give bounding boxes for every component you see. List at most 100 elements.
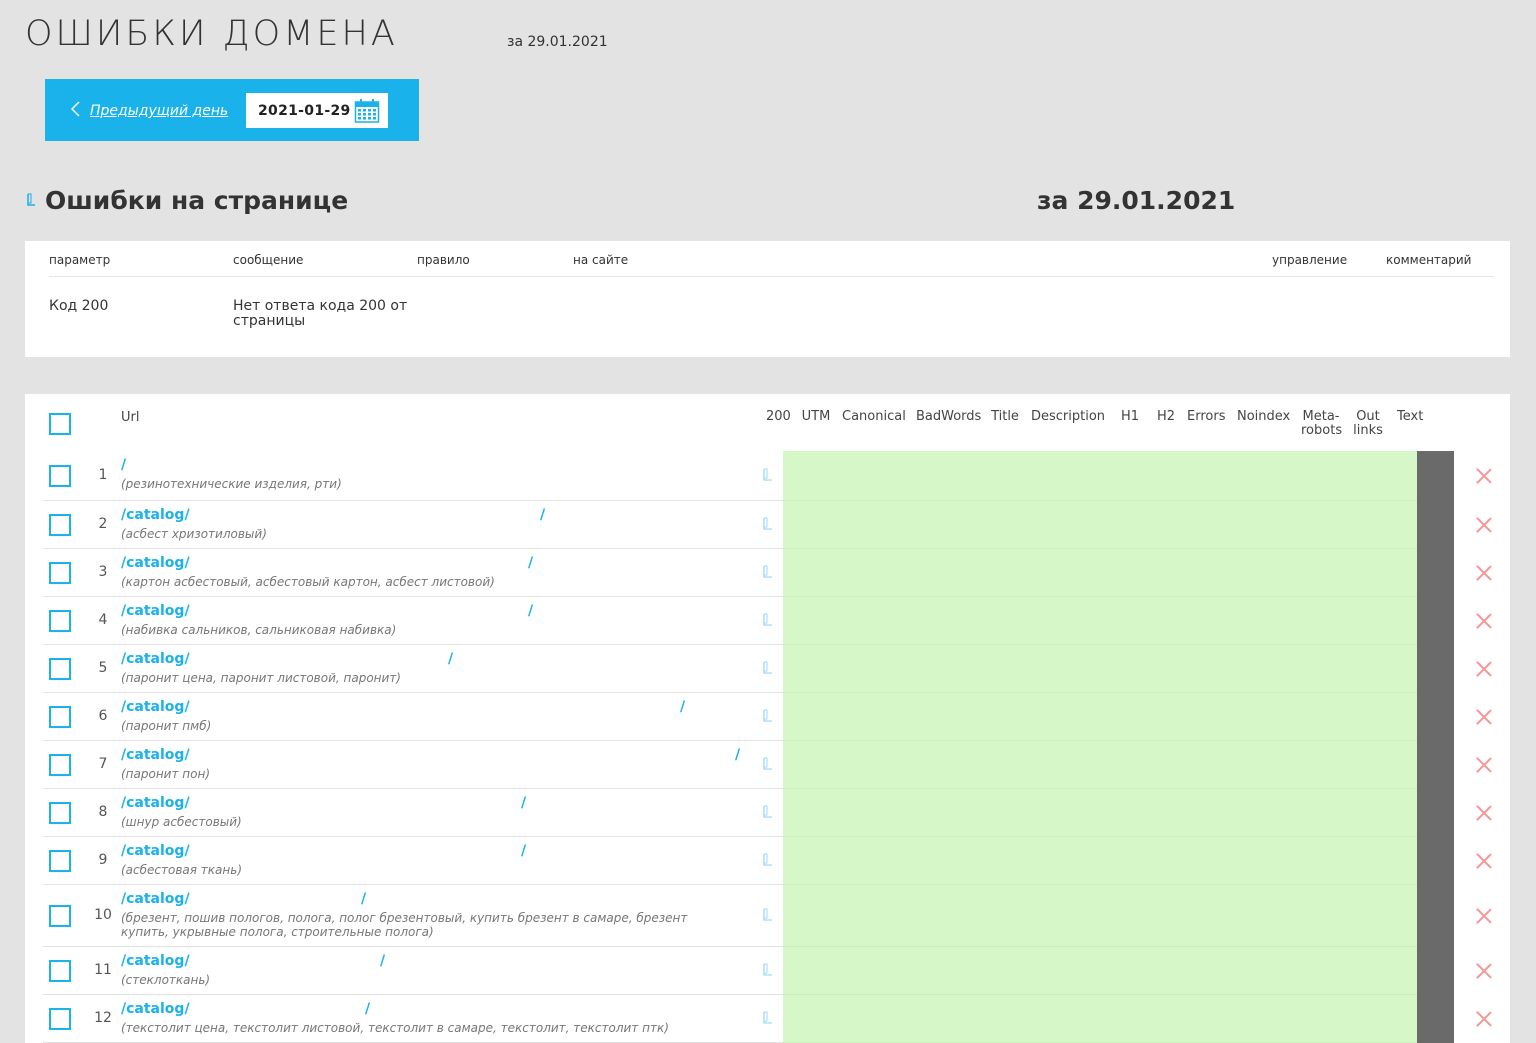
page-keywords: (асбест хризотиловый) (121, 527, 267, 541)
row-number: 8 (98, 804, 108, 820)
page-url-link[interactable]: /catalog/ (121, 507, 190, 523)
row-number: 12 (94, 1010, 112, 1026)
row-number: 3 (98, 564, 108, 580)
delete-icon[interactable] (1475, 756, 1493, 774)
delete-icon[interactable] (1475, 852, 1493, 870)
pin-icon[interactable] (761, 517, 773, 537)
column-header: Noindex (1237, 409, 1291, 424)
table-row: 1 / (резинотехнические изделия, рти) (43, 451, 1510, 501)
row-checkbox[interactable] (49, 754, 71, 776)
calendar-icon[interactable] (354, 98, 380, 128)
page-url-link[interactable]: /catalog/ (121, 1001, 190, 1017)
page-keywords: (резинотехнические изделия, рти) (121, 477, 342, 491)
column-header: H2 (1157, 409, 1176, 424)
delete-icon[interactable] (1475, 962, 1493, 980)
row-number: 5 (98, 660, 108, 676)
section-date: за 29.01.2021 (1037, 186, 1236, 215)
pin-icon[interactable] (761, 853, 773, 873)
chevron-left-icon (70, 101, 80, 121)
row-checkbox[interactable] (49, 905, 71, 927)
page-url-link[interactable]: / (121, 457, 126, 473)
column-header: Canonical (842, 409, 906, 424)
previous-day-link[interactable]: Предыдущий день (70, 101, 229, 121)
table-row: 12/catalog/ / (текстолит цена, текстолит л… (43, 995, 1510, 1043)
page-keywords: (шнур асбестовый) (121, 815, 242, 829)
header-param: параметр (49, 253, 111, 267)
table-row: 5/catalog/ / (паронит цена, паронит листов… (43, 645, 1510, 693)
row-checkbox[interactable] (49, 850, 71, 872)
page-keywords: (картон асбестовый, асбестовый картон, а… (121, 575, 495, 589)
page-keywords: (набивка сальников, сальниковая набивка) (121, 623, 397, 637)
row-checkbox[interactable] (49, 1008, 71, 1030)
url-slash: / (521, 843, 527, 859)
pages-table: Url 200 UTM Canonical BadWords Title Descript… (25, 394, 1510, 1043)
column-header: UTM (801, 409, 831, 424)
delete-icon[interactable] (1475, 612, 1493, 630)
table-row: 10/catalog/ / (брезент, пошив пологов, пол… (43, 885, 1510, 947)
row-checkbox[interactable] (49, 802, 71, 824)
column-header: Errors (1187, 409, 1226, 424)
row-number: 2 (98, 516, 108, 532)
row-checkbox[interactable] (49, 465, 71, 487)
delete-icon[interactable] (1475, 804, 1493, 822)
error-details-panel: параметр сообщение правило на сайте упра… (25, 241, 1510, 357)
url-slash: / (540, 507, 546, 523)
error-message: Нет ответа кода 200 от страницы (233, 298, 408, 329)
column-header: 200 (766, 409, 791, 424)
page-url-link[interactable]: /catalog/ (121, 699, 190, 715)
pin-icon[interactable] (761, 709, 773, 729)
pin-icon[interactable] (761, 757, 773, 777)
delete-icon[interactable] (1475, 564, 1493, 582)
column-header: Meta-robots (1301, 409, 1343, 438)
row-number: 11 (94, 962, 112, 978)
previous-day-label: Предыдущий день (90, 103, 229, 119)
table-row: 4/catalog/ / (набивка сальников, сальников… (43, 597, 1510, 645)
page-keywords: (асбестовая ткань) (121, 863, 242, 877)
table-row: 2/catalog/ / (асбест хризотиловый) (43, 501, 1510, 549)
page-url-link[interactable]: /catalog/ (121, 651, 190, 667)
section-title-text: Ошибки на странице (45, 186, 349, 215)
row-checkbox[interactable] (49, 960, 71, 982)
pin-icon[interactable] (761, 908, 773, 928)
pin-icon[interactable] (761, 1011, 773, 1031)
page-url-link[interactable]: /catalog/ (121, 843, 190, 859)
url-slash: / (380, 953, 386, 969)
url-slash: / (528, 555, 534, 571)
pin-icon[interactable] (761, 963, 773, 983)
pin-icon[interactable] (761, 565, 773, 585)
delete-icon[interactable] (1475, 467, 1493, 485)
row-checkbox[interactable] (49, 658, 71, 680)
pin-icon[interactable] (761, 613, 773, 633)
url-slash: / (735, 747, 741, 763)
divider (49, 276, 1494, 277)
row-checkbox[interactable] (49, 562, 71, 584)
pin-icon[interactable] (761, 661, 773, 681)
header-on-site: на сайте (573, 253, 629, 267)
page-url-link[interactable]: /catalog/ (121, 795, 190, 811)
select-all-checkbox[interactable] (49, 413, 71, 435)
page-url-link[interactable]: /catalog/ (121, 603, 190, 619)
url-slash: / (528, 603, 534, 619)
delete-icon[interactable] (1475, 907, 1493, 925)
page-url-link[interactable]: /catalog/ (121, 953, 190, 969)
row-number: 4 (98, 612, 108, 628)
row-checkbox[interactable] (49, 610, 71, 632)
url-slash: / (680, 699, 686, 715)
section-title: Ошибки на странице (25, 186, 348, 215)
page-url-link[interactable]: /catalog/ (121, 747, 190, 763)
delete-icon[interactable] (1475, 516, 1493, 534)
row-checkbox[interactable] (49, 706, 71, 728)
delete-icon[interactable] (1475, 708, 1493, 726)
page-keywords: (текстолит цена, текстолит листовой, тек… (121, 1021, 669, 1035)
pin-icon[interactable] (761, 468, 773, 488)
row-checkbox[interactable] (49, 514, 71, 536)
pin-icon[interactable] (761, 805, 773, 825)
date-input[interactable]: 2021-01-29 (246, 93, 388, 128)
row-number: 7 (98, 756, 108, 772)
page-url-link[interactable]: /catalog/ (121, 555, 190, 571)
delete-icon[interactable] (1475, 1010, 1493, 1028)
table-row: 9/catalog/ / (асбестовая ткань) (43, 837, 1510, 885)
delete-icon[interactable] (1475, 660, 1493, 678)
header-manage: управление (1272, 253, 1348, 267)
page-url-link[interactable]: /catalog/ (121, 891, 190, 907)
